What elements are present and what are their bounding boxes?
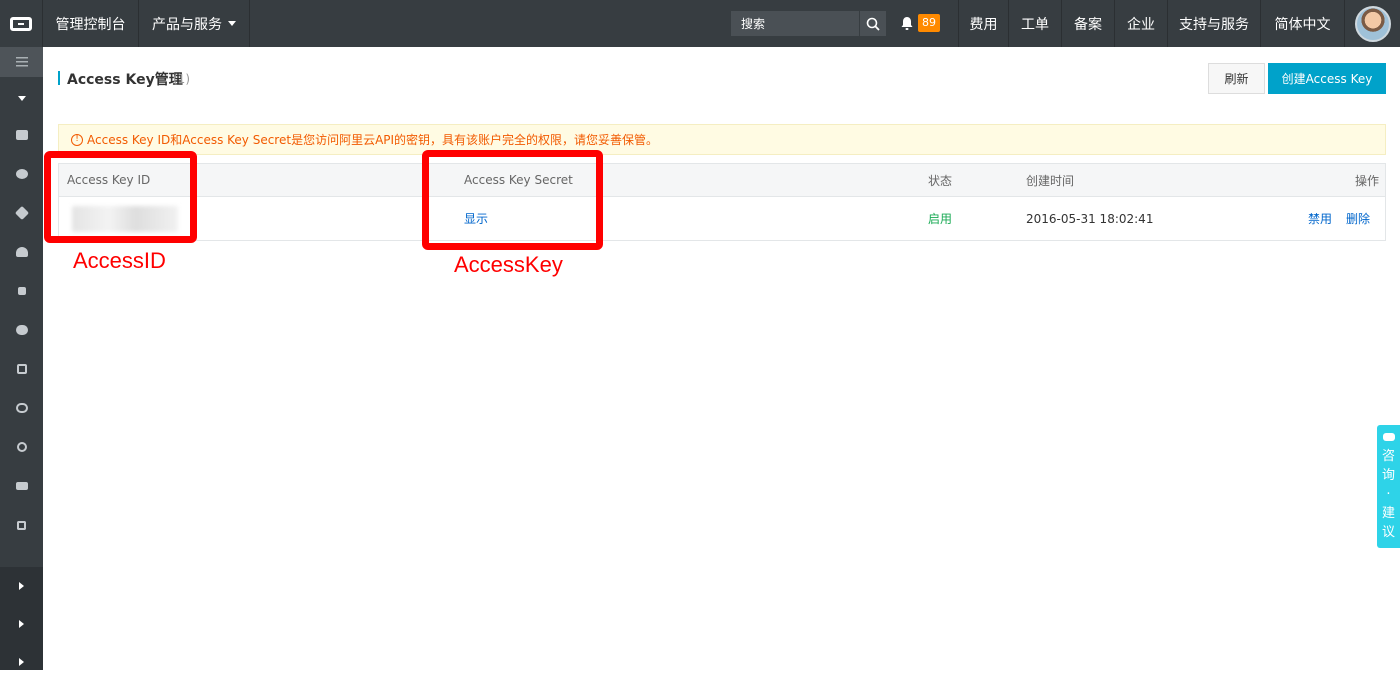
header-actions: 操作 (1355, 173, 1380, 188)
chevron-right-icon (19, 620, 24, 628)
hamburger-icon (15, 57, 28, 67)
consult-char: 询 (1381, 468, 1395, 483)
table-row: 显示 启用 2016-05-31 18:02:41 禁用 删除 (59, 197, 1385, 240)
sidebar-item-ecs[interactable] (0, 116, 43, 154)
nav-products-label: 产品与服务 (152, 16, 222, 33)
warning-icon: ! (71, 133, 83, 146)
search-box (731, 11, 886, 36)
disable-link[interactable]: 禁用 (1308, 197, 1332, 240)
bell-icon (901, 16, 913, 30)
consult-char: 咨 (1381, 449, 1395, 464)
nav-billing[interactable]: 费用 (958, 0, 1008, 47)
created-time: 2016-05-31 18:02:41 (1026, 211, 1154, 226)
status-badge: 启用 (928, 212, 953, 226)
sidebar-item-security[interactable] (0, 428, 43, 466)
sidebar-menu-toggle[interactable] (0, 47, 43, 77)
annotation-label-access-key: AccessKey (454, 252, 563, 277)
sidebar-item-chip[interactable] (0, 506, 43, 544)
nav-icp[interactable]: 备案 (1061, 0, 1114, 47)
sidebar-expand-1[interactable] (0, 567, 43, 605)
header-created-time: 创建时间 (1026, 173, 1075, 188)
sidebar-item-layers[interactable] (0, 467, 43, 505)
nav-enterprise[interactable]: 企业 (1114, 0, 1167, 47)
refresh-button[interactable]: 刷新 (1208, 63, 1265, 94)
chevron-down-icon (228, 21, 236, 26)
user-menu[interactable] (1344, 0, 1400, 47)
notification-badge: 89 (918, 14, 940, 32)
sidebar-item-dns[interactable] (0, 350, 43, 388)
sidebar-footer (0, 567, 43, 670)
notifications[interactable]: 89 (900, 13, 940, 33)
header-status: 状态 (928, 173, 953, 188)
page-title: Access Key管理 (67, 72, 183, 88)
chat-icon (1382, 433, 1395, 441)
avatar (1354, 5, 1391, 42)
search-icon (866, 17, 880, 31)
title-accent-bar (58, 71, 60, 85)
sidebar-item-vpc[interactable] (0, 272, 43, 310)
logo-icon (10, 16, 32, 31)
warning-text: Access Key ID和Access Key Secret是您访问阿里云AP… (87, 133, 659, 147)
nav-support[interactable]: 支持与服务 (1167, 0, 1260, 47)
delete-link[interactable]: 删除 (1346, 197, 1370, 240)
chevron-right-icon (19, 582, 24, 590)
aliyun-logo[interactable] (0, 0, 43, 47)
nav-tickets[interactable]: 工单 (1008, 0, 1061, 47)
sidebar-expand-3[interactable] (0, 643, 43, 681)
cloud-icon (15, 325, 28, 335)
sidebar-item-storage[interactable] (0, 389, 43, 427)
consult-char: 议 (1381, 525, 1395, 540)
sidebar-collapse[interactable] (0, 79, 43, 117)
server-icon (15, 130, 28, 140)
access-key-table: Access Key ID Access Key Secret 状态 创建时间 … (58, 163, 1386, 241)
sidebar-item-slb[interactable] (0, 194, 43, 232)
share-icon (17, 287, 26, 295)
annotation-box-access-id (44, 151, 197, 243)
chevron-down-icon (17, 95, 26, 101)
create-access-key-button[interactable]: 创建Access Key (1268, 63, 1386, 94)
sidebar-item-oss[interactable] (0, 233, 43, 271)
chevron-right-icon (19, 658, 24, 666)
sidebar (0, 47, 43, 670)
search-button[interactable] (859, 11, 886, 36)
search-input[interactable] (731, 11, 859, 36)
nav-console[interactable]: 管理控制台 (43, 0, 139, 47)
network-icon (14, 205, 29, 221)
top-navigation-bar: 管理控制台 产品与服务 89 费用 工单 备案 企业 支持与服务 简体中文 (0, 0, 1400, 47)
nav-language[interactable]: 简体中文 (1260, 0, 1344, 47)
chip-icon (17, 520, 26, 530)
sidebar-item-rds[interactable] (0, 155, 43, 193)
layers-icon (15, 482, 28, 490)
nav-products-services[interactable]: 产品与服务 (139, 0, 250, 47)
sidebar-item-cdn[interactable] (0, 311, 43, 349)
target-icon (16, 442, 27, 452)
cloud-upload-icon (15, 247, 28, 257)
sidebar-expand-2[interactable] (0, 605, 43, 643)
nodes-icon (16, 364, 27, 374)
page-title-count: (1) (173, 72, 190, 86)
consult-char: · (1386, 487, 1391, 502)
consult-feedback-tab[interactable]: 咨 询 · 建 议 (1377, 425, 1400, 548)
annotation-label-access-id: AccessID (73, 248, 166, 273)
table-header: Access Key ID Access Key Secret 状态 创建时间 … (59, 164, 1385, 197)
annotation-box-access-key (422, 150, 603, 250)
consult-char: 建 (1381, 506, 1395, 521)
cloud-outline-icon (15, 403, 28, 413)
database-icon (15, 169, 28, 179)
warning-banner: ! Access Key ID和Access Key Secret是您访问阿里云… (58, 124, 1386, 155)
